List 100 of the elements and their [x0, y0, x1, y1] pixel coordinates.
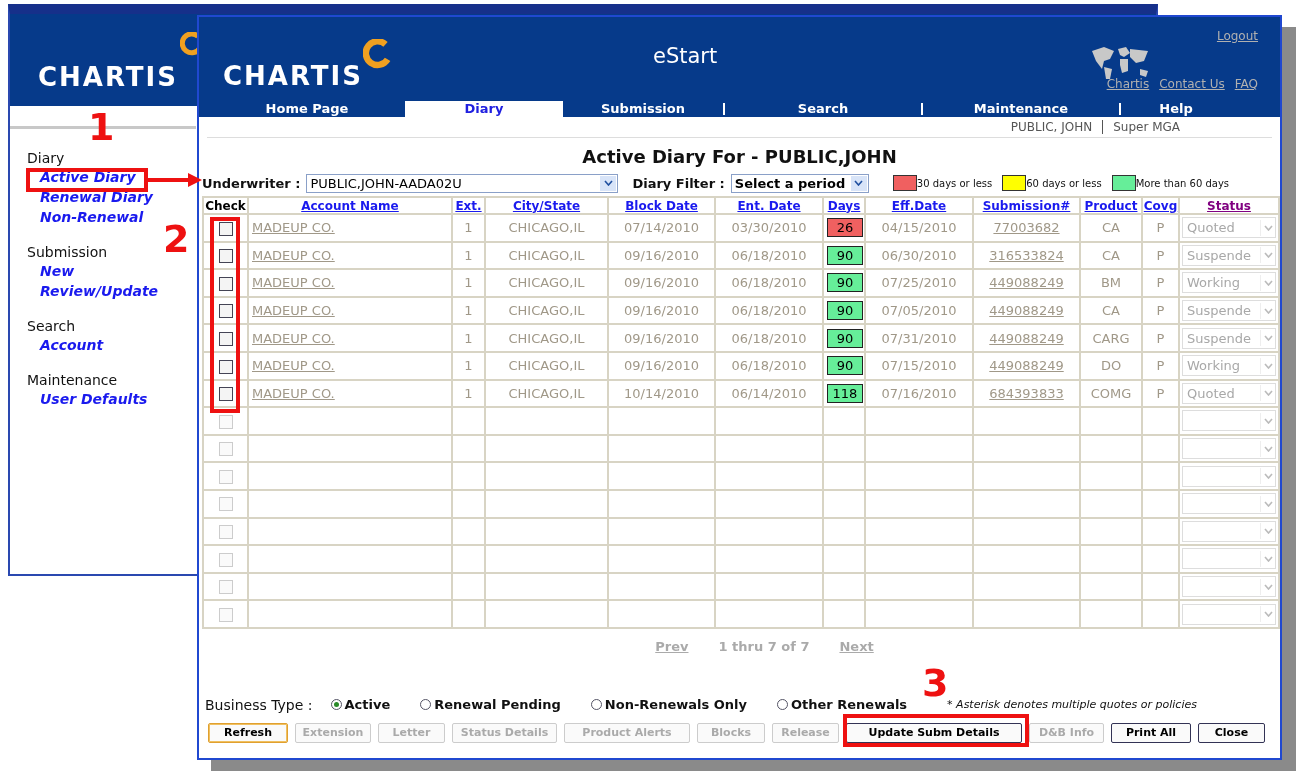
table-cell: P	[1156, 220, 1165, 236]
business-type-radio[interactable]: Active	[330, 697, 391, 713]
table-cell: P	[1156, 247, 1165, 263]
caret-icon	[1263, 555, 1273, 562]
table-cell: 1	[464, 358, 473, 374]
annotation-number: 2	[163, 224, 190, 254]
row-checkbox[interactable]	[218, 331, 233, 346]
radio-circle[interactable]	[420, 699, 432, 711]
user-role: Super MGA	[1113, 120, 1180, 134]
caret-icon	[1263, 500, 1273, 507]
status-dropdown[interactable]	[1182, 438, 1276, 460]
nav-heading: Diary	[27, 149, 65, 167]
nav-tab[interactable]: Home Page	[209, 101, 405, 117]
days-badge: 118	[827, 383, 863, 403]
row-checkbox[interactable]	[218, 387, 233, 402]
nav-link[interactable]: Non-Renewal	[27, 207, 144, 227]
table-cell: 07/14/2010	[624, 220, 699, 236]
business-type-label: Business Type :	[205, 696, 313, 713]
nav-link[interactable]: New	[27, 261, 75, 281]
caret-icon	[1263, 390, 1273, 397]
field-label: Diary Filter :	[632, 175, 725, 191]
action-button[interactable]: Update Subm Details	[846, 722, 1022, 743]
caret-icon	[1263, 335, 1273, 342]
table-cell: CHICAGO,IL	[508, 247, 585, 263]
table-cell: CHICAGO,IL	[508, 385, 585, 401]
caret-icon	[1263, 611, 1273, 618]
logo-text: CHARTIS	[223, 61, 363, 91]
status-dropdown[interactable]	[1182, 520, 1276, 542]
table-cell: 09/16/2010	[624, 247, 699, 263]
business-type-radio[interactable]: Other Renewals	[776, 697, 908, 713]
table-cell: 09/16/2010	[624, 358, 699, 374]
tab-separator	[1119, 103, 1121, 115]
legend-label: 60 days or less	[1026, 177, 1102, 189]
status-dropdown[interactable]	[1182, 603, 1276, 625]
table-cell: DO	[1100, 358, 1122, 374]
caret-icon	[1263, 252, 1273, 259]
table-cell: CA	[1102, 247, 1120, 263]
row-checkbox[interactable]	[218, 359, 233, 374]
header-link[interactable]: FAQ	[1234, 77, 1258, 91]
nav-tab[interactable]: Maintenance	[923, 101, 1119, 117]
table-cell: P	[1156, 330, 1165, 346]
nav-tab[interactable]: Help	[1121, 101, 1231, 117]
row-checkbox[interactable]	[218, 249, 233, 264]
nav-link[interactable]: Review/Update	[27, 281, 159, 301]
nav-link[interactable]: User Defaults	[27, 389, 148, 409]
table-cell: 06/18/2010	[731, 330, 807, 346]
status-dropdown[interactable]	[1182, 410, 1276, 432]
table-cell: 07/31/2010	[881, 330, 957, 346]
status-dropdown[interactable]	[1182, 548, 1276, 570]
table-cell: CA	[1102, 303, 1120, 319]
logo-text: CHARTIS	[38, 62, 178, 92]
user-name: PUBLIC, JOHN	[1010, 120, 1093, 134]
table-cell: 09/16/2010	[624, 275, 699, 291]
action-button[interactable]: Refresh	[208, 722, 288, 743]
nav-tab[interactable]: Submission	[563, 101, 723, 117]
diary-filter-dropdown[interactable]: Select a period	[730, 173, 869, 193]
table-cell: 1	[464, 330, 473, 346]
table-cell: P	[1156, 275, 1165, 291]
caret-icon	[1263, 583, 1273, 590]
nav-tab[interactable]: Search	[725, 101, 921, 117]
row-checkbox[interactable]	[218, 221, 233, 236]
radio-circle[interactable]	[590, 699, 602, 711]
header-link[interactable]: Chartis	[1106, 77, 1150, 91]
table-cell: CHICAGO,IL	[508, 358, 585, 374]
table-cell: 07/25/2010	[881, 275, 957, 291]
page-title: Active Diary For - PUBLIC,JOHN	[581, 146, 898, 167]
row-checkbox[interactable]	[218, 276, 233, 291]
caret-icon	[1263, 528, 1273, 535]
business-type-radio[interactable]: Renewal Pending	[420, 697, 561, 713]
table-cell: 09/16/2010	[624, 303, 699, 319]
status-dropdown[interactable]	[1182, 576, 1276, 597]
underwriter-dropdown[interactable]: PUBLIC,JOHN-AADA02U	[306, 173, 619, 193]
action-button[interactable]: Print All	[1111, 722, 1191, 743]
status-dropdown[interactable]	[1182, 465, 1276, 487]
action-button[interactable]: Close	[1198, 722, 1265, 743]
table-cell: 06/30/2010	[881, 247, 957, 263]
table-cell: 09/16/2010	[624, 330, 699, 346]
column-header[interactable]: Covg	[1144, 199, 1177, 212]
asterisk-note: * Asterisk denotes multiple quotes or policies	[947, 698, 1197, 712]
nav-link[interactable]: Account	[27, 335, 104, 355]
nav-link[interactable]: Renewal Diary	[27, 187, 153, 207]
row-checkbox[interactable]	[218, 304, 233, 319]
tab-separator	[921, 103, 923, 115]
business-type-radio[interactable]: Non-Renewals Only	[590, 697, 747, 713]
nav-link[interactable]: Active Diary	[27, 167, 136, 187]
nav-tab[interactable]: Diary	[405, 101, 563, 117]
days-badge: 90	[827, 328, 863, 348]
logout-link[interactable]: Logout	[1216, 29, 1258, 43]
table-cell: 10/14/2010	[624, 385, 699, 401]
table-cell: BM	[1100, 275, 1122, 291]
days-badge: 90	[827, 273, 863, 293]
radio-circle[interactable]	[776, 699, 788, 711]
status-dropdown[interactable]	[1182, 493, 1276, 515]
days-badge: 90	[827, 301, 863, 321]
table-cell: COMG	[1090, 385, 1132, 401]
header-link[interactable]: Contact Us	[1159, 77, 1225, 91]
caret-icon	[1263, 224, 1273, 231]
caret-icon	[1263, 362, 1273, 369]
radio-circle[interactable]	[330, 699, 342, 711]
table-cell: CHICAGO,IL	[508, 330, 585, 346]
